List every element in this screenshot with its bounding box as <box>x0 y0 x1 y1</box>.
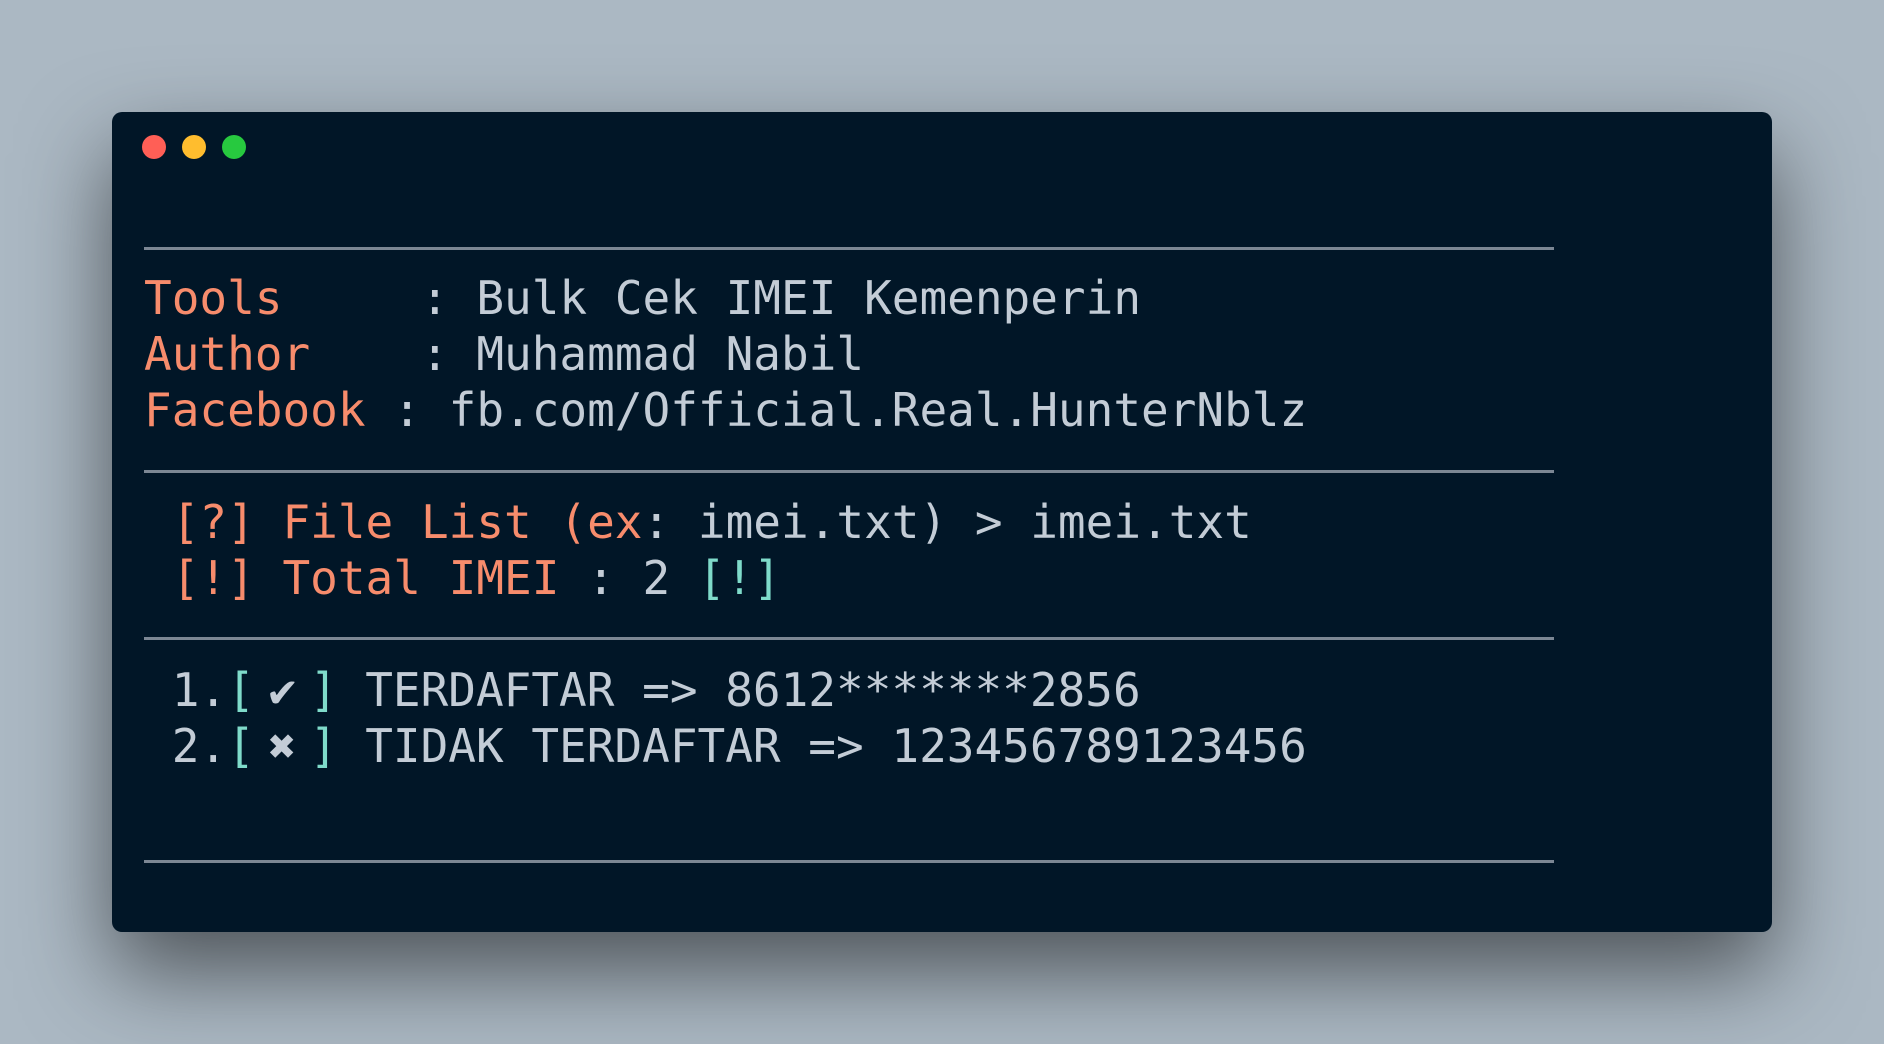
facebook-separator: : <box>365 383 449 437</box>
banner-facebook-line: Facebook : fb.com/Official.Real.HunterNb… <box>144 382 1307 438</box>
minimize-button[interactable] <box>182 135 206 159</box>
cross-icon: ✖ <box>268 719 297 773</box>
result-bracket-open: [ <box>227 663 255 717</box>
total-imei-value: 2 <box>642 551 671 605</box>
result-text: TERDAFTAR => 8612*******2856 <box>337 663 1141 717</box>
total-imei-separator: : <box>559 551 643 605</box>
close-button[interactable] <box>142 135 166 159</box>
file-list-tag: [?] File List (ex <box>144 495 643 549</box>
tools-value: Bulk Cek IMEI Kemenperin <box>476 271 1142 325</box>
author-separator: : <box>393 327 477 381</box>
author-label: Author <box>144 327 394 381</box>
divider <box>144 247 1554 250</box>
file-list-colon: : <box>642 495 671 549</box>
banner-tools-line: Tools : Bulk Cek IMEI Kemenperin <box>144 270 1141 326</box>
result-index: 1. <box>144 663 228 717</box>
file-list-input[interactable]: imei.txt <box>1030 495 1252 549</box>
facebook-value: fb.com/Official.Real.HunterNblz <box>448 383 1308 437</box>
file-list-prompt: [?] File List (ex: imei.txt) > imei.txt <box>144 494 1252 550</box>
file-list-example: imei.txt) > <box>670 495 1031 549</box>
result-bracket-close: ] <box>309 663 338 717</box>
window-controls <box>142 135 246 159</box>
total-imei-tag: [!] Total IMEI <box>144 551 560 605</box>
result-index: 2. <box>144 719 228 773</box>
terminal-window: Tools : Bulk Cek IMEI Kemenperin Author … <box>112 112 1772 932</box>
divider <box>144 637 1554 640</box>
result-row: 1.[✔] TERDAFTAR => 8612*******2856 <box>144 662 1141 718</box>
author-value: Muhammad Nabil <box>476 327 865 381</box>
divider <box>144 470 1554 473</box>
tools-separator: : <box>393 271 477 325</box>
zoom-button[interactable] <box>222 135 246 159</box>
banner-author-line: Author : Muhammad Nabil <box>144 326 864 382</box>
result-row: 2.[✖] TIDAK TERDAFTAR => 123456789123456 <box>144 718 1307 774</box>
result-text: TIDAK TERDAFTAR => 123456789123456 <box>337 719 1307 773</box>
result-bracket-open: [ <box>227 719 255 773</box>
divider <box>144 860 1554 863</box>
tools-label: Tools <box>144 271 394 325</box>
total-imei-suffix: [!] <box>670 551 781 605</box>
facebook-label: Facebook <box>144 383 366 437</box>
total-imei-line: [!] Total IMEI : 2 [!] <box>144 550 781 606</box>
result-bracket-close: ] <box>309 719 338 773</box>
check-icon: ✔ <box>268 663 297 717</box>
